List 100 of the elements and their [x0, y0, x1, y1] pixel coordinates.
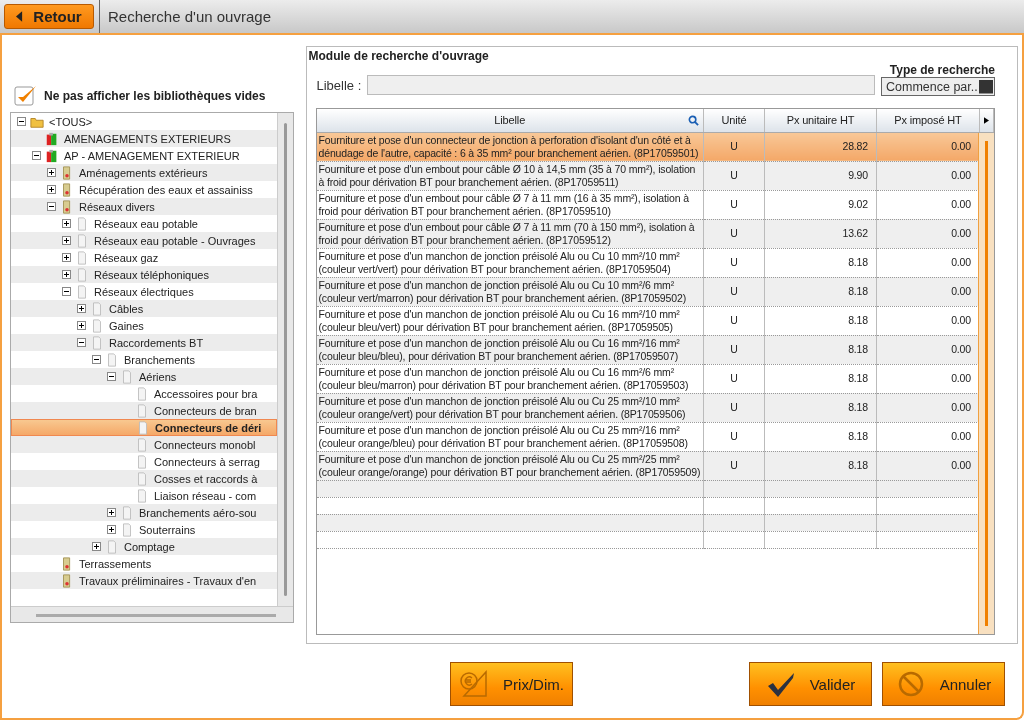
books-icon — [45, 131, 59, 146]
table-cell: U — [703, 393, 765, 422]
table-cell: U — [703, 161, 765, 190]
tree-item[interactable]: Réseaux eau potable - Ouvrages — [11, 232, 277, 249]
table-row[interactable]: Fourniture et pose d'un manchon de jonction préisolé Alu ou Cu 25 mm²/25 mm² (couleur orange/orange) pour dérivation BT pour branchement aérien. (8P17059509) U 8.18 0.00 — [316, 451, 994, 480]
table-row[interactable]: Fourniture et pose d'un connecteur de jonction à perforation d'isolant d'un côté et à dénudage de l'autre, capacité : 6 à 35 mm² pour branchement aérien. (8P17059501) U 28.82 0.00 — [316, 132, 994, 161]
tree-item[interactable]: Raccordements BT — [11, 334, 277, 351]
table-row[interactable]: Fourniture et pose d'un manchon de jonction préisolé Alu ou Cu 25 mm²/10 mm² (couleur orange/vert) pour dérivation BT pour branchement aérien. (8P17059506) U 8.18 0.00 — [316, 393, 994, 422]
tree-item[interactable]: Branchements aéro-sou — [11, 504, 277, 521]
tree-item[interactable]: <TOUS> — [11, 113, 277, 130]
panel-title: Module de recherche d'ouvrage — [308, 49, 490, 63]
table-row[interactable]: Fourniture et pose d'un embout pour câble Ø 7 à 11 mm (70 à 150 mm²), isolation à froid pour dérivation BT pour branchement aérien. (8P17059512) U 13.62 0.00 — [316, 219, 994, 248]
horizontal-scrollbar[interactable] — [11, 606, 293, 622]
expand-icon[interactable] — [107, 508, 116, 517]
document-icon — [135, 386, 149, 401]
price-button[interactable]: Prix/Dim. — [450, 662, 573, 706]
document-icon — [90, 335, 104, 350]
table-cell: 8.18 — [764, 277, 877, 306]
tree-item[interactable]: Liaison réseau - com — [11, 487, 277, 504]
table-cell: Fourniture et pose d'un connecteur de jonction à perforation d'isolant d'un côté et à dénudage de l'autre, capacité : 6 à 35 mm² pour branchement aérien. (8P17059501) — [316, 132, 704, 161]
document-icon — [75, 250, 89, 265]
window-title: Recherche d'un ouvrage — [99, 0, 271, 33]
expand-icon[interactable] — [62, 253, 71, 262]
expand-icon[interactable] — [47, 185, 56, 194]
collapse-icon[interactable] — [47, 202, 56, 211]
tree-item[interactable]: Connecteurs monobl — [11, 436, 277, 453]
document-icon — [120, 369, 134, 384]
table-cell: U — [703, 451, 765, 480]
document-icon — [105, 352, 119, 367]
tree-item[interactable]: AMENAGEMENTS EXTERIEURS — [11, 130, 277, 147]
tree-item[interactable]: Câbles — [11, 300, 277, 317]
expand-icon[interactable] — [62, 270, 71, 279]
tree-item[interactable]: Comptage — [11, 538, 277, 555]
tree-item[interactable]: Connecteurs de bran — [11, 402, 277, 419]
tree-item[interactable]: Réseaux gaz — [11, 249, 277, 266]
tree-item[interactable]: Réseaux divers — [11, 198, 277, 215]
collapse-icon[interactable] — [92, 355, 101, 364]
back-arrow-icon — [16, 11, 24, 22]
tree-item[interactable]: Cosses et raccords à — [11, 470, 277, 487]
tree-item[interactable]: Accessoires pour bra — [11, 385, 277, 402]
tree-item[interactable]: Aériens — [11, 368, 277, 385]
tree-item[interactable]: Réseaux électriques — [11, 283, 277, 300]
table-cell: U — [703, 132, 765, 161]
table-cell: Fourniture et pose d'un manchon de jonction préisolé Alu ou Cu 16 mm²/16 mm² (couleur bleu/bleu), pour dérivation BT pour branchement aérien. (8P17059507) — [316, 335, 704, 364]
vertical-scrollbar[interactable] — [277, 113, 293, 606]
tree-item[interactable]: Branchements — [11, 351, 277, 368]
tree-item[interactable]: AP - AMENAGEMENT EXTERIEUR — [11, 147, 277, 164]
collapse-icon[interactable] — [77, 338, 86, 347]
table-cell: Fourniture et pose d'un manchon de jonction préisolé Alu ou Cu 10 mm²/6 mm² (couleur vert/marron) pour dérivation BT pour branchement aérien. (8P17059502) — [316, 277, 704, 306]
collapse-icon[interactable] — [107, 372, 116, 381]
cancel-button[interactable]: Annuler — [882, 662, 1005, 706]
table-cell: U — [703, 219, 765, 248]
table-row[interactable]: Fourniture et pose d'un embout pour câble Ø 10 à 14,5 mm (35 à 70 mm²), isolation à froid pour dérivation BT pour branchement aérien. (8P17059511) U 9.90 0.00 — [316, 161, 994, 190]
column-header[interactable]: Unité — [703, 109, 765, 132]
table-cell: Fourniture et pose d'un manchon de jonction préisolé Alu ou Cu 25 mm²/10 mm² (couleur orange/vert) pour dérivation BT pour branchement aérien. (8P17059506) — [316, 393, 704, 422]
expand-icon[interactable] — [77, 304, 86, 313]
expand-icon[interactable] — [47, 168, 56, 177]
tree-item[interactable]: Aménagements extérieurs — [11, 164, 277, 181]
back-button[interactable]: Retour — [4, 4, 94, 29]
table-row[interactable]: Fourniture et pose d'un manchon de jonction préisolé Alu ou Cu 10 mm²/6 mm² (couleur vert/marron) pour dérivation BT pour branchement aérien. (8P17059502) U 8.18 0.00 — [316, 277, 994, 306]
document-icon — [135, 454, 149, 469]
column-header[interactable]: Libelle — [316, 109, 704, 132]
tree-item[interactable]: Gaines — [11, 317, 277, 334]
table-cell: Fourniture et pose d'un manchon de jonction préisolé Alu ou Cu 25 mm²/25 mm² (couleur orange/orange) pour dérivation BT pour branchement aérien. (8P17059509) — [316, 451, 704, 480]
tree-item[interactable]: Réseaux téléphoniques — [11, 266, 277, 283]
vertical-scrollbar[interactable] — [978, 133, 994, 634]
tree-item[interactable]: Réseaux eau potable — [11, 215, 277, 232]
expand-icon[interactable] — [92, 542, 101, 551]
tree-item[interactable]: Connecteurs de déri — [11, 419, 277, 436]
checkbox-label: Ne pas afficher les bibliothèques vides — [44, 89, 266, 103]
table-row[interactable]: Fourniture et pose d'un manchon de jonction préisolé Alu ou Cu 16 mm²/16 mm² (couleur bleu/bleu), pour dérivation BT pour branchement aérien. (8P17059507) U 8.18 0.00 — [316, 335, 994, 364]
tree-item[interactable]: Travaux préliminaires - Travaux d'en — [11, 572, 277, 589]
document-icon — [75, 216, 89, 231]
validate-button[interactable]: Valider — [749, 662, 872, 706]
search-icon[interactable] — [688, 115, 699, 126]
collapse-icon[interactable] — [17, 117, 26, 126]
search-field[interactable] — [367, 75, 875, 95]
collapse-icon[interactable] — [62, 287, 71, 296]
tree-item[interactable]: Terrassements — [11, 555, 277, 572]
expand-icon[interactable] — [107, 525, 116, 534]
document-icon — [90, 318, 104, 333]
search-type-dropdown[interactable]: Commence par.. — [881, 77, 995, 96]
document-icon — [120, 522, 134, 537]
tree-item[interactable]: Connecteurs à serrag — [11, 453, 277, 470]
collapse-icon[interactable] — [32, 151, 41, 160]
document-icon — [120, 505, 134, 520]
column-header[interactable]: Px imposé HT — [876, 109, 980, 132]
column-header[interactable]: Px unitaire HT — [764, 109, 877, 132]
table-cell: 28.82 — [764, 132, 877, 161]
tree-item[interactable]: Récupération des eaux et assainiss — [11, 181, 277, 198]
table-cell: 13.62 — [764, 219, 877, 248]
field-label: Libelle : — [316, 78, 362, 93]
checkbox[interactable] — [14, 84, 38, 108]
table-cell: 9.90 — [764, 161, 877, 190]
tree-item[interactable]: Souterrains — [11, 521, 277, 538]
document-icon — [105, 539, 119, 554]
expand-icon[interactable] — [62, 236, 71, 245]
table-cell: 8.18 — [764, 335, 877, 364]
expand-icon[interactable] — [77, 321, 86, 330]
expand-icon[interactable] — [62, 219, 71, 228]
